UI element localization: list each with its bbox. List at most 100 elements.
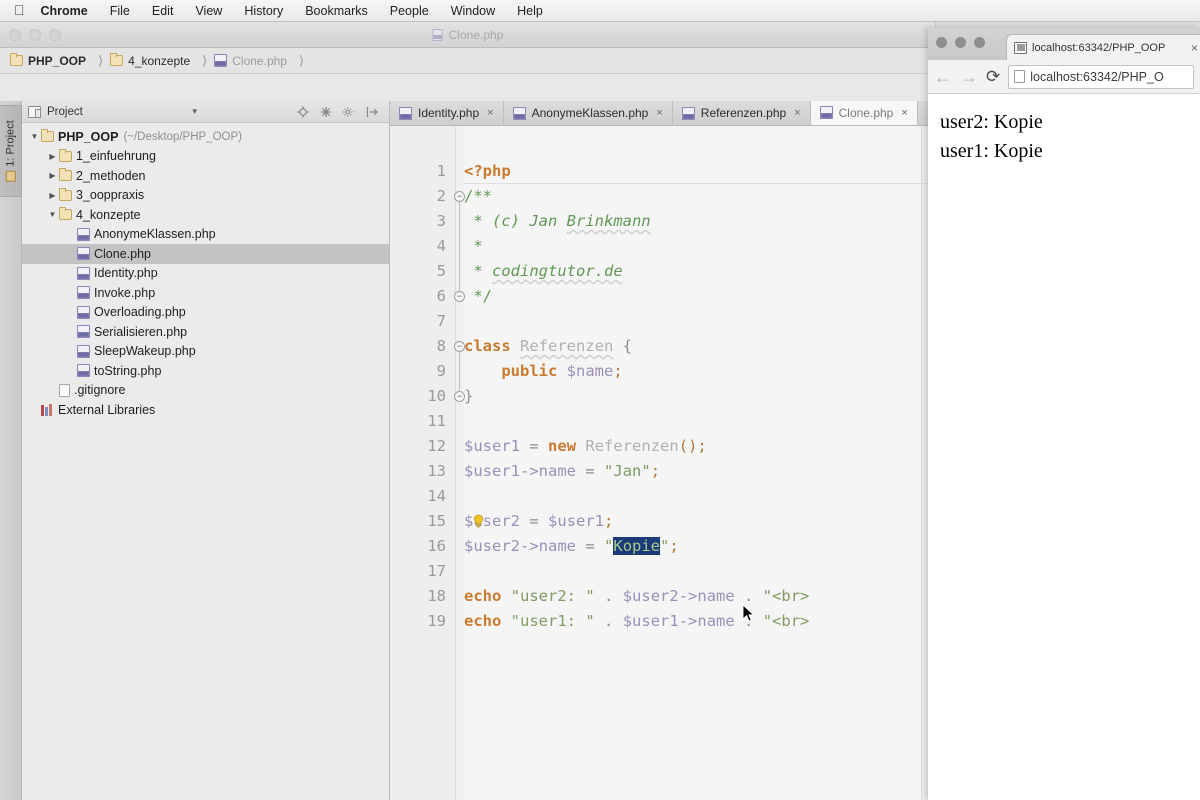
line-number: 5 (436, 262, 446, 280)
close-tab-icon[interactable]: × (901, 107, 907, 119)
menu-item-bookmarks[interactable]: Bookmarks (305, 4, 368, 18)
code-line-6[interactable]: 6 */ (390, 284, 935, 309)
browser-tab[interactable]: localhost:63342/PHP_OOP × (1006, 34, 1200, 60)
php-file-icon (399, 106, 412, 120)
code-line-10[interactable]: 10} (390, 384, 935, 409)
collapse-all-icon[interactable] (319, 105, 333, 119)
tree-item-2-methoden[interactable]: ▶ 2_methoden (22, 166, 389, 186)
settings-gear-icon[interactable] (342, 105, 356, 119)
chevron-down-icon[interactable]: ▼ (191, 107, 199, 116)
chevron-down-icon[interactable]: ▼ (46, 210, 59, 219)
back-button[interactable]: ← (934, 68, 952, 86)
chrome-minimize-button[interactable] (955, 37, 966, 48)
chrome-window-controls[interactable] (936, 37, 985, 48)
forward-button[interactable]: → (960, 68, 978, 86)
code-line-9[interactable]: 9 public $name; (390, 359, 935, 384)
menu-item-help[interactable]: Help (517, 4, 543, 18)
code-line-18[interactable]: 18 echo "user2: " . $user2->name . "<br> (390, 584, 935, 609)
tree-item-1-einfuehrung[interactable]: ▶ 1_einfuehrung (22, 147, 389, 167)
menu-item-view[interactable]: View (195, 4, 222, 18)
locate-target-icon[interactable] (296, 105, 310, 119)
menu-item-window[interactable]: Window (451, 4, 495, 18)
breadcrumb-separator-icon: ⟩ (98, 52, 104, 68)
code-line-16[interactable]: 16 $user2->name = "Kopie"; (390, 534, 935, 559)
line-number: 7 (436, 312, 446, 330)
line-text: $user2->name = "Kopie"; (464, 537, 679, 555)
code-line-19[interactable]: 19 echo "user1: " . $user1->name . "<br> (390, 609, 935, 634)
tree-item-identity-php[interactable]: ▶ Identity.php (22, 264, 389, 284)
code-line-13[interactable]: 13 $user1->name = "Jan"; (390, 459, 935, 484)
address-bar[interactable]: localhost:63342/PHP_O (1008, 64, 1194, 89)
code-line-2[interactable]: 2 /** (390, 184, 935, 209)
line-text: * codingtutor.de (464, 262, 623, 280)
screen:  Chrome File Edit View History Bookmark… (0, 0, 1200, 800)
code-content[interactable]: 1 <?php 2/** 3 * (c) Jan Brinkmann 4 * 5 * co… (390, 126, 935, 800)
editor-tab-referenzen-php[interactable]: Referenzen.php × (673, 101, 811, 125)
folder-icon (59, 168, 72, 182)
tool-window-tab-project[interactable]: 1: Project (0, 105, 22, 197)
editor-tab-clone-php[interactable]: Clone.php × (810, 101, 918, 125)
tree-item-serialisieren-php[interactable]: ▶ Serialisieren.php (22, 322, 389, 342)
line-number: 13 (427, 462, 446, 480)
tree-item-gitignore[interactable]: ▶ .gitignore (22, 381, 389, 401)
chevron-down-icon[interactable]: ▼ (28, 132, 41, 141)
apple-logo-icon[interactable]:  (14, 3, 25, 17)
code-line-7[interactable]: 7 (390, 309, 935, 334)
tree-item-external-libraries[interactable]: ▶ External Libraries (22, 400, 389, 420)
close-tab-icon[interactable]: × (1191, 41, 1198, 55)
code-editor[interactable]: 1 <?php 2/** 3 * (c) Jan Brinkmann 4 * 5 * co… (390, 126, 935, 800)
code-line-14[interactable]: 14 (390, 484, 935, 509)
chrome-toolbar: ← → ⟳ localhost:63342/PHP_O (928, 60, 1200, 94)
breadcrumb-item-clone-php[interactable]: Clone.php ⟩ (214, 53, 311, 69)
tree-item-tostring-php[interactable]: ▶ toString.php (22, 361, 389, 381)
browser-tab-title: localhost:63342/PHP_OOP (1032, 41, 1166, 54)
tree-item-overloading-php[interactable]: ▶ Overloading.php (22, 303, 389, 323)
code-line-12[interactable]: 12 $user1 = new Referenzen(); (390, 434, 935, 459)
reload-button[interactable]: ⟳ (986, 68, 1000, 85)
code-line-5[interactable]: 5 * codingtutor.de (390, 259, 935, 284)
chevron-right-icon[interactable]: ▶ (46, 171, 59, 180)
close-tab-icon[interactable]: × (656, 107, 662, 119)
code-line-1[interactable]: 1 <?php (390, 159, 935, 184)
fold-marker-icon[interactable]: − (454, 291, 465, 302)
menu-item-history[interactable]: History (244, 4, 283, 18)
tree-spacer: ▶ (64, 347, 77, 356)
chevron-right-icon[interactable]: ▶ (46, 191, 59, 200)
breadcrumb-item-php-oop[interactable]: PHP_OOP ⟩ (10, 53, 110, 69)
chrome-maximize-button[interactable] (974, 37, 985, 48)
project-panel: Project ▼ ▼ PHP_OOP (~/Desktop/PHP_OOP) … (22, 101, 390, 800)
tree-item-4-konzepte[interactable]: ▼ 4_konzepte (22, 205, 389, 225)
breadcrumb-item-4-konzepte[interactable]: 4_konzepte ⟩ (110, 53, 214, 69)
chrome-window: localhost:63342/PHP_OOP × ← → ⟳ localhos… (928, 28, 1200, 800)
editor-tab-identity-php[interactable]: Identity.php × (390, 101, 504, 125)
tree-item-invoke-php[interactable]: ▶ Invoke.php (22, 283, 389, 303)
tree-item-clone-php[interactable]: ▶ Clone.php (22, 244, 389, 264)
close-tab-icon[interactable]: × (794, 107, 800, 119)
tree-item-3-ooppraxis[interactable]: ▶ 3_ooppraxis (22, 186, 389, 206)
line-text: */ (464, 287, 492, 305)
menu-item-chrome[interactable]: Chrome (41, 4, 88, 18)
fold-marker-icon[interactable]: − (454, 391, 465, 402)
code-line-11[interactable]: 11 (390, 409, 935, 434)
tree-item-anonymeklassen-php[interactable]: ▶ AnonymeKlassen.php (22, 225, 389, 245)
tree-item-php-oop[interactable]: ▼ PHP_OOP (~/Desktop/PHP_OOP) (22, 127, 389, 147)
hide-panel-icon[interactable] (365, 105, 379, 119)
code-line-17[interactable]: 17 (390, 559, 935, 584)
tree-item-sleepwakeup-php[interactable]: ▶ SleepWakeup.php (22, 342, 389, 362)
chrome-close-button[interactable] (936, 37, 947, 48)
close-tab-icon[interactable]: × (487, 107, 493, 119)
intention-bulb-icon[interactable] (472, 514, 485, 529)
breadcrumb-separator-icon: ⟩ (298, 52, 305, 68)
code-line-4[interactable]: 4 * (390, 234, 935, 259)
chevron-right-icon[interactable]: ▶ (46, 152, 59, 161)
editor-tab-anonymeklassen-php[interactable]: AnonymeKlassen.php × (504, 101, 673, 125)
php-file-icon (77, 344, 90, 358)
line-text: $user1->name = "Jan"; (464, 462, 661, 480)
menu-item-edit[interactable]: Edit (152, 4, 174, 18)
page-info-icon[interactable] (1014, 70, 1026, 83)
code-line-8[interactable]: 8 class Referenzen { (390, 334, 935, 359)
menu-item-file[interactable]: File (110, 4, 130, 18)
tree-item-label: Invoke.php (94, 285, 156, 300)
code-line-3[interactable]: 3 * (c) Jan Brinkmann (390, 209, 935, 234)
menu-item-people[interactable]: People (390, 4, 429, 18)
